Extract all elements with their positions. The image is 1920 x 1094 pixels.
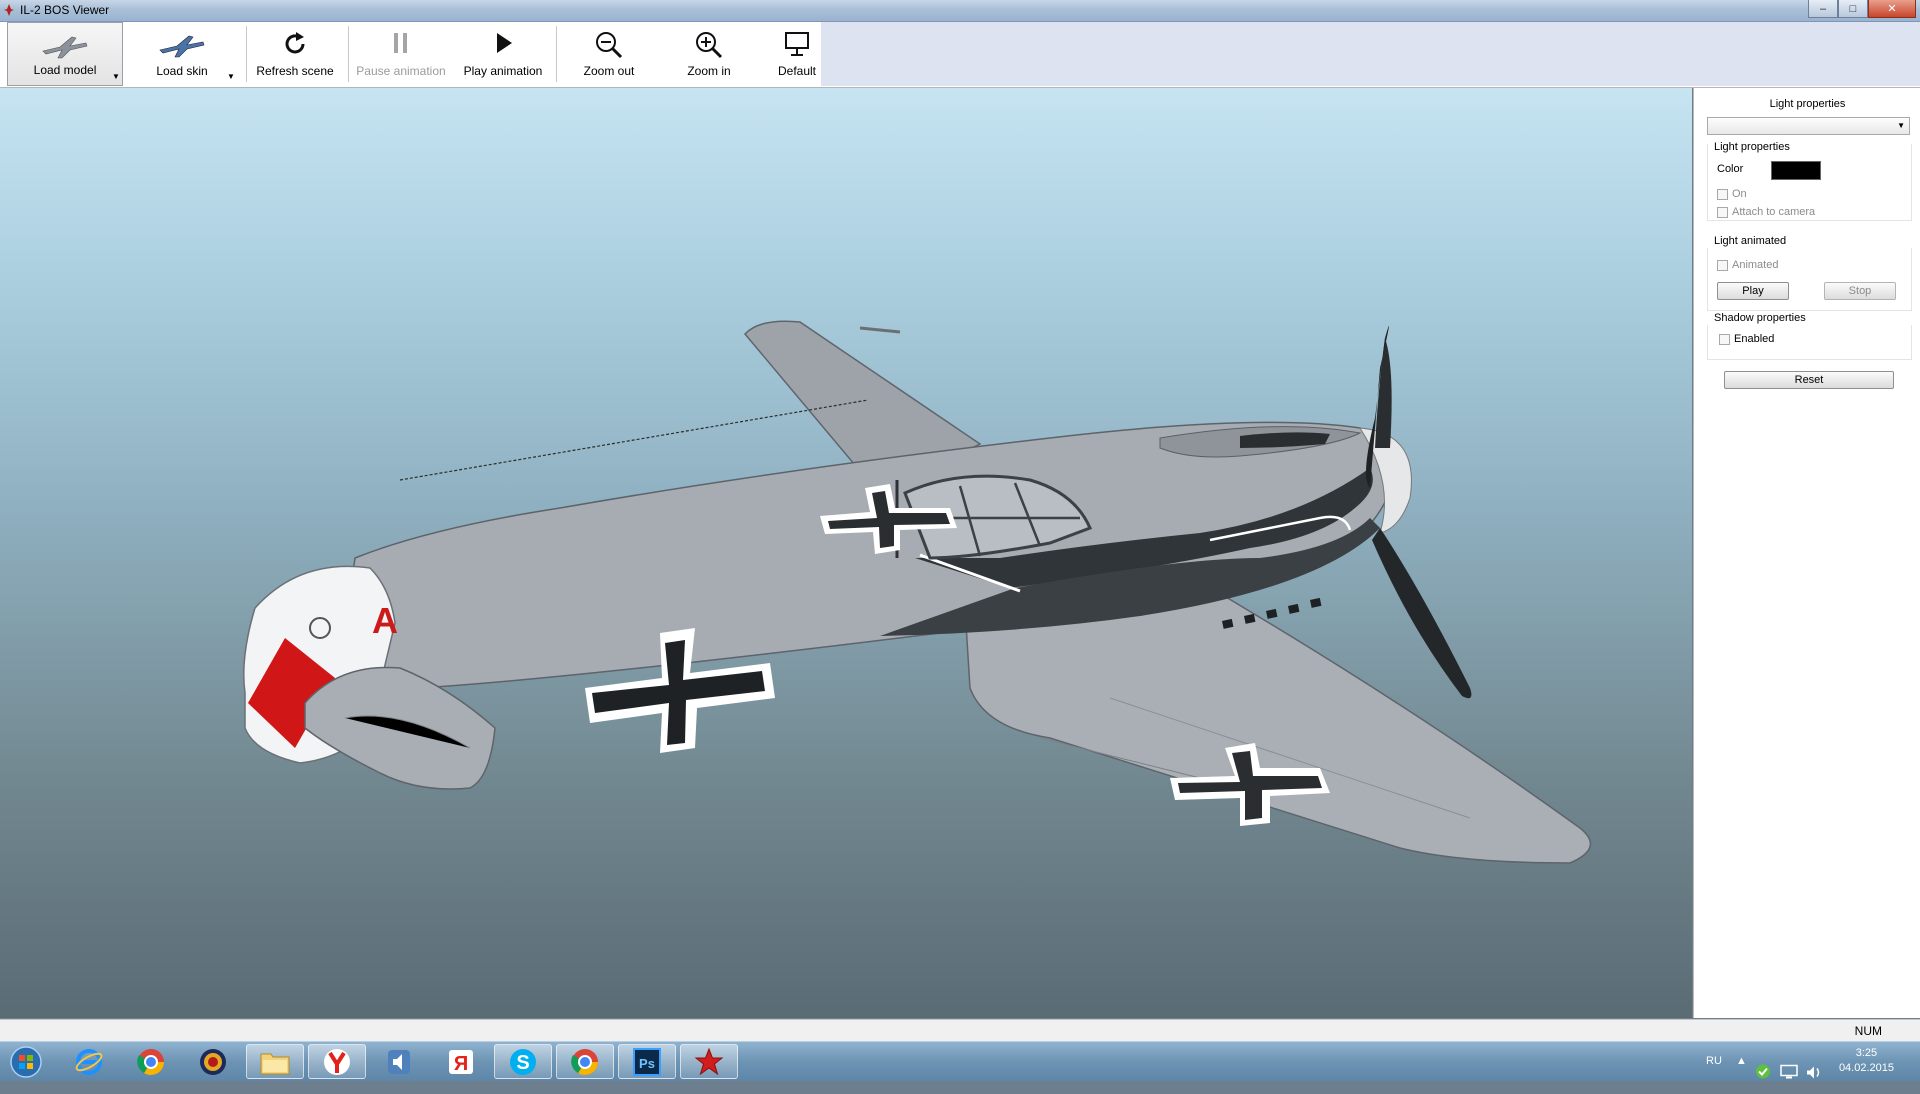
color-label: Color [1717,163,1744,175]
aircraft-model: A [243,320,1592,864]
photoshop-icon[interactable]: Ps [618,1044,676,1079]
target-icon[interactable] [184,1044,242,1079]
windows-taskbar: Я S Ps RU ▲ 3:25 04.02.2015 [0,1041,1920,1081]
skype-letter: S [516,1052,529,1074]
il2-star-icon[interactable] [680,1044,738,1079]
panel-title: Light properties [1769,98,1846,110]
clock-time: 3:25 [1855,1047,1878,1059]
toolbar-separator [246,26,247,82]
on-checkbox-row[interactable]: On [1717,188,1747,200]
tray-monitor-icon[interactable] [1780,1053,1798,1092]
animated-checkbox-row[interactable]: Animated [1717,259,1778,271]
refresh-scene-button[interactable]: Refresh scene [252,22,338,86]
status-bar: NUM [0,1019,1920,1042]
tray-volume-icon[interactable] [1805,1053,1823,1092]
light-selector-dropdown[interactable]: ▼ [1707,117,1910,135]
chrome-icon[interactable] [122,1044,180,1079]
pause-animation-button[interactable]: Pause animation [352,22,450,86]
light-properties-group-label: Light properties [1714,141,1790,153]
chrome-icon[interactable] [556,1044,614,1079]
clock-date: 04.02.2015 [1838,1062,1894,1074]
il2-app-icon [4,4,14,16]
default-view-button[interactable]: Default [766,22,828,86]
attach-camera-label: Attach to camera [1732,206,1816,218]
toolbar-separator [348,26,349,82]
photoshop-label: Ps [639,1056,655,1071]
on-checkbox[interactable] [1717,188,1728,200]
load-skin-dropdown-arrow[interactable]: ▼ [227,72,235,81]
load-skin-label: Load skin [156,64,208,78]
refresh-icon [285,32,305,54]
on-label: On [1732,188,1747,200]
close-icon[interactable]: ✕ [1868,0,1916,18]
load-skin-button[interactable]: Load skin [129,22,235,86]
refresh-scene-label: Refresh scene [256,64,334,78]
minimize-icon[interactable]: – [1808,0,1838,18]
start-orb-icon[interactable] [0,1044,52,1079]
light-animated-group [1707,248,1912,311]
zoom-out-icon [596,32,623,59]
attach-camera-checkbox-row[interactable]: Attach to camera [1717,206,1815,218]
animated-checkbox[interactable] [1717,259,1728,271]
shadow-enabled-label: Enabled [1734,333,1775,345]
yandex-browser-icon[interactable] [308,1044,366,1079]
pause-icon [394,33,407,53]
plane-icon [42,36,88,59]
yandex-icon[interactable]: Я [432,1044,490,1079]
play-animation-label: Play animation [463,64,543,78]
stop-light-button[interactable]: Stop [1824,282,1896,300]
load-model-dropdown-arrow[interactable]: ▼ [112,72,120,81]
zoom-in-button[interactable]: Zoom in [668,22,750,86]
tray-network-status-icon[interactable] [1754,1052,1772,1091]
language-indicator[interactable]: RU [1706,1055,1722,1094]
title-bar: IL-2 BOS Viewer – □ ✕ [0,0,1920,22]
shadow-enabled-checkbox[interactable] [1719,333,1730,345]
play-animation-button[interactable]: Play animation [454,22,552,86]
plane-skin-icon [159,35,205,58]
default-view-label: Default [777,64,817,78]
toolbar-empty-area [821,22,1920,86]
reset-button[interactable]: Reset [1724,371,1894,389]
tail-letter: A [372,600,398,641]
play-icon [497,33,512,53]
play-light-button[interactable]: Play [1717,282,1789,300]
skype-icon[interactable]: S [494,1044,552,1079]
attach-camera-checkbox[interactable] [1717,206,1728,218]
load-model-button[interactable]: Load model [7,22,123,86]
load-model-label: Load model [33,63,97,77]
3d-viewport[interactable]: A [0,88,1692,1018]
num-lock-indicator: NUM [1854,1024,1882,1038]
zoom-in-icon [696,32,723,59]
pause-animation-label: Pause animation [356,64,446,78]
monitor-icon [785,32,809,56]
shadow-enabled-checkbox-row[interactable]: Enabled [1719,333,1774,345]
light-color-swatch[interactable] [1771,161,1821,180]
shadow-properties-group-label: Shadow properties [1714,312,1806,324]
toolbar-separator [556,26,557,82]
zoom-out-button[interactable]: Zoom out [568,22,650,86]
file-explorer-icon[interactable] [246,1044,304,1079]
light-animated-group-label: Light animated [1714,235,1787,247]
zoom-in-label: Zoom in [687,64,731,78]
internet-explorer-icon[interactable] [60,1044,118,1079]
light-properties-panel: Light properties ▼ Light properties Colo… [1693,88,1920,1018]
chevron-down-icon: ▼ [1897,121,1905,130]
toolbar: Load model ▼ Load skin ▼ Refresh scene P… [0,22,1920,88]
tray-expand-icon[interactable]: ▲ [1736,1055,1747,1094]
zoom-out-label: Zoom out [583,64,635,78]
animated-label: Animated [1732,259,1779,271]
system-clock[interactable]: 3:25 04.02.2015 [1839,1046,1894,1076]
yandex-letter: Я [454,1053,468,1075]
window-title: IL-2 BOS Viewer [20,3,110,17]
speaker-app-icon[interactable] [370,1044,428,1079]
maximize-icon[interactable]: □ [1838,0,1868,18]
